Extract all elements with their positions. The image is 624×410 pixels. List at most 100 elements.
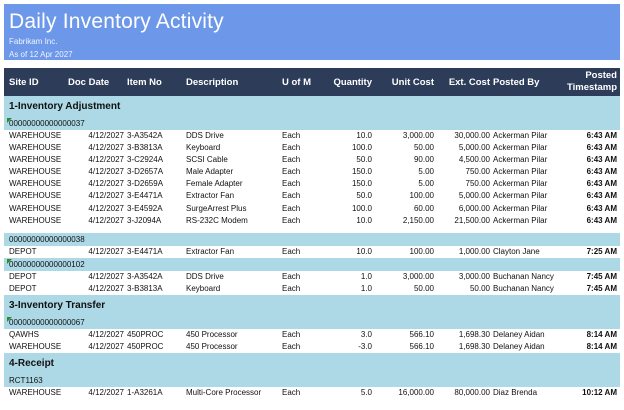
cell-posted-timestamp: 10:12 AM [582,388,617,398]
table-row[interactable]: WAREHOUSE 4/12/2027 3-J2094A RS-232C Modem E… [4,214,620,227]
cell-uom: Each [282,342,301,352]
cell-posted-by: Delaney Aidan [493,342,545,352]
cell-unit-cost: 5.00 [418,167,434,177]
cell-unit-cost: 100.00 [409,246,434,256]
table-row[interactable]: WAREHOUSE 4/12/2027 3-B3813A Keyboard Each 10… [4,142,620,155]
report-title: Daily Inventory Activity [9,10,224,33]
cell-ext-cost: 5,000.00 [458,143,490,153]
cell-unit-cost: 2,150.00 [402,215,434,225]
column-header-site-id[interactable]: Site ID [9,68,64,96]
cell-posted-by: Ackerman Pilar [493,215,548,225]
cell-item-no: 3-D2659A [127,179,164,189]
column-header-posted-by[interactable]: Posted By [493,68,559,96]
cell-doc-date: 4/12/2027 [88,342,124,352]
column-header-posted-timestamp[interactable]: Posted Timestamp [560,68,617,96]
cell-site-id: WAREHOUSE [9,203,62,213]
cell-posted-by: Buchanan Nancy [493,283,554,293]
document-number: 00000000000000037 [9,119,85,128]
table-row[interactable]: DEPOT 4/12/2027 3-A3542A DDS Drive Each 1.0 3,… [4,270,620,283]
cell-item-no: 3-E4471A [127,246,163,256]
table-row[interactable]: WAREHOUSE 4/12/2027 3-C2924A SCSI Cable Each… [4,154,620,167]
group-label: 3-Inventory Transfer [9,300,106,312]
cell-description: Extractor Fan [186,246,235,256]
cell-uom: Each [282,330,301,340]
cell-posted-timestamp: 8:14 AM [586,330,617,340]
cell-posted-timestamp: 6:43 AM [586,167,617,177]
cell-uom: Each [282,271,301,281]
table-row[interactable]: DEPOT 4/12/2027 3-B3813A Keyboard Each 1.0 50.… [4,282,620,296]
report-banner: Daily Inventory Activity Fabrikam Inc. A… [4,4,620,60]
group-header-row[interactable]: 4-Receipt [4,353,620,375]
cell-item-no: 450PROC [127,342,164,352]
table-row[interactable]: QAWHS 4/12/2027 450PROC 450 Processor Each 3.… [4,329,620,342]
document-row[interactable]: 00000000000000067 [4,316,620,330]
cell-description: SCSI Cable [186,155,228,165]
cell-uom: Each [282,246,301,256]
cell-uom: Each [282,191,301,201]
cell-description: Keyboard [186,143,221,153]
cell-posted-timestamp: 6:43 AM [586,131,617,140]
table-row[interactable]: WAREHOUSE 4/12/2027 3-D2657A Male Adapter Ea… [4,166,620,179]
cell-quantity: 150.0 [351,167,372,177]
group-header-row[interactable]: 1-Inventory Adjustment [4,96,620,117]
cell-posted-by: Diaz Brenda [493,388,538,398]
cell-posted-timestamp: 7:45 AM [586,283,617,293]
column-header-uom[interactable]: U of M [282,68,330,96]
column-header-unit-cost[interactable]: Unit Cost [380,68,434,96]
document-number: 00000000000000067 [9,318,85,328]
column-header-doc-date[interactable]: Doc Date [68,68,124,96]
cell-site-id: WAREHOUSE [9,388,62,398]
cell-uom: Each [282,203,301,213]
cell-item-no: 3-A3542A [127,271,163,281]
column-header-quantity[interactable]: Quantity [330,68,372,96]
cell-unit-cost: 3,000.00 [402,271,434,281]
table-row[interactable]: WAREHOUSE 4/12/2027 1-A3261A Multi-Core Pro… [4,387,620,400]
cell-description: SurgeArrest Plus [186,203,247,213]
column-header-description[interactable]: Description [186,68,276,96]
column-header-posted-timestamp-line2: Timestamp [567,82,617,93]
document-row[interactable]: 00000000000000102 [4,257,620,271]
cell-posted-timestamp: 6:43 AM [586,179,617,189]
cell-quantity: 10.0 [356,246,372,256]
table-row[interactable]: WAREHOUSE 4/12/2027 3-D2659A Female Adapter… [4,178,620,191]
column-header-item-no[interactable]: Item No [127,68,183,96]
cell-posted-by: Clayton Jane [493,246,540,256]
cell-ext-cost: 21,500.00 [454,215,490,225]
cell-posted-timestamp: 6:43 AM [586,155,617,165]
cell-description: Female Adapter [186,179,243,189]
column-header-ext-cost[interactable]: Ext. Cost [440,68,490,96]
cell-item-no: 3-E4592A [127,203,163,213]
cell-description: Male Adapter [186,167,234,177]
cell-item-no: 3-J2094A [127,215,162,225]
group-label: 1-Inventory Adjustment [9,101,121,112]
document-row[interactable]: 00000000000000038 [4,232,620,246]
table-row[interactable]: DEPOT 4/12/2027 3-E4471A Extractor Fan Each 1… [4,245,620,258]
cell-quantity: 1.0 [360,271,372,281]
document-number: RCT1163 [9,376,43,386]
cell-description: Keyboard [186,283,221,293]
table-row[interactable]: WAREHOUSE 4/12/2027 3-A3542A DDS Drive Each 1… [4,130,620,143]
cell-uom: Each [282,131,301,140]
document-row[interactable]: 00000000000000037 [4,117,620,130]
cell-quantity: 3.0 [360,330,372,340]
cell-site-id: DEPOT [9,246,37,256]
cell-ext-cost: 750.00 [465,167,490,177]
cell-uom: Each [282,167,301,177]
cell-item-no: 450PROC [127,330,164,340]
cell-posted-timestamp: 6:43 AM [586,215,617,225]
table-row[interactable]: WAREHOUSE 4/12/2027 3-E4592A SurgeArrest Pl… [4,202,620,215]
cell-doc-date: 4/12/2027 [88,215,124,225]
cell-ext-cost: 1,698.30 [458,342,490,352]
cell-uom: Each [282,155,301,165]
document-row[interactable]: RCT1163 [4,374,620,388]
table-row[interactable]: WAREHOUSE 4/12/2027 3-E4471A Extractor Fan E… [4,190,620,203]
cell-quantity: -3.0 [358,342,372,352]
cell-uom: Each [282,143,301,153]
table-row[interactable]: WAREHOUSE 4/12/2027 450PROC 450 Processor Ea… [4,341,620,354]
cell-unit-cost: 566.10 [409,330,434,340]
cell-site-id: WAREHOUSE [9,179,62,189]
cell-quantity: 100.0 [351,143,372,153]
cell-ext-cost: 3,000.00 [458,271,490,281]
group-header-row[interactable]: 3-Inventory Transfer [4,295,620,317]
cell-doc-date: 4/12/2027 [88,388,124,398]
